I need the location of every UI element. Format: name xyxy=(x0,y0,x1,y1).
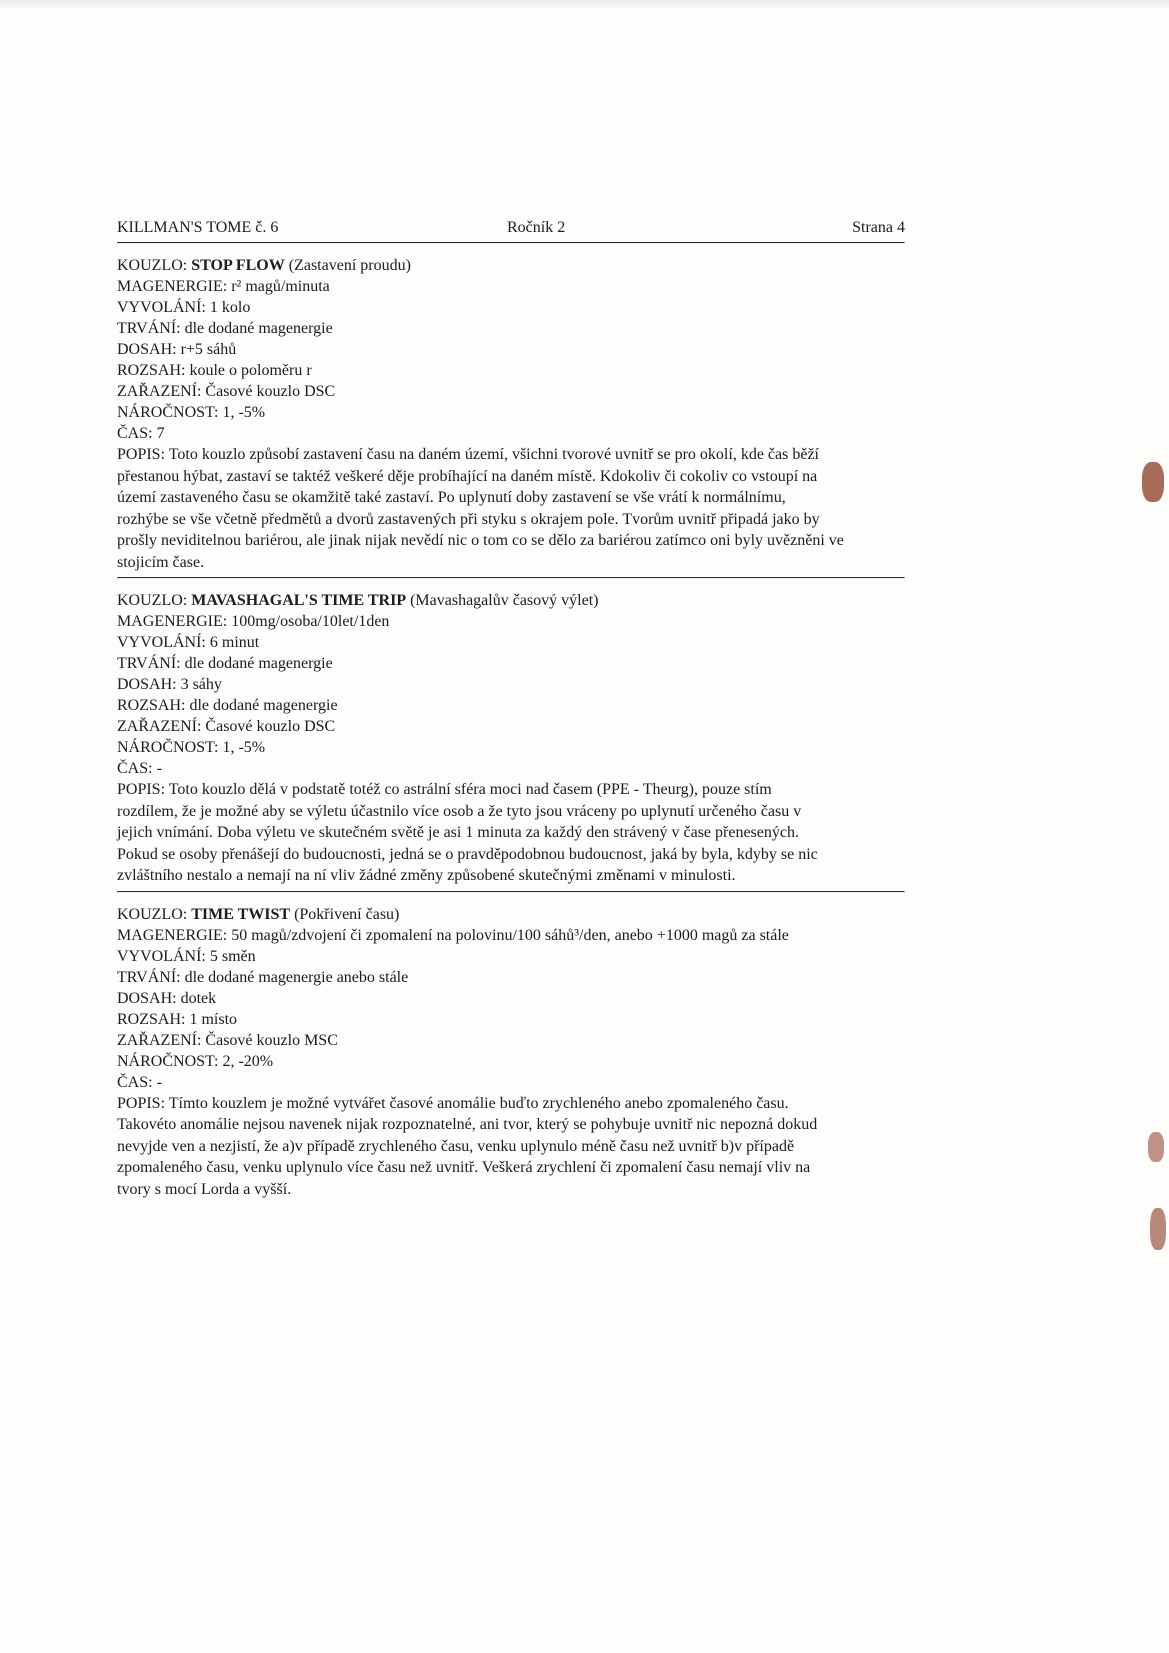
spell-field: ROZSAH: koule o poloměru r xyxy=(117,362,312,379)
spell-entry: KOUZLO: STOP FLOW (Zastavení proudu) MAGE… xyxy=(117,255,905,573)
spell-field: ČAS: - xyxy=(117,1073,162,1091)
spell-title: KOUZLO: STOP FLOW (Zastavení proudu) xyxy=(117,255,905,276)
spell-field: ZAŘAZENÍ: Časové kouzlo MSC xyxy=(117,1031,338,1049)
header-volume: Ročník 2 xyxy=(507,219,566,236)
edge-stain-middle xyxy=(1148,1132,1164,1162)
description-line: tvory s mocí Lorda a vyšší. xyxy=(117,1180,292,1198)
spell-field: NÁROČNOST: 2, -20% xyxy=(117,1052,274,1070)
spell-description: POPIS: Toto kouzlo způsobí zastavení čas… xyxy=(117,444,905,573)
spell-field: TRVÁNÍ: dle dodané magenergie anebo stál… xyxy=(117,968,409,986)
spell-title: KOUZLO: MAVASHAGAL'S TIME TRIP (Mavashag… xyxy=(117,590,905,611)
spell-field: ČAS: 7 xyxy=(117,425,165,442)
edge-stain-bottom xyxy=(1150,1208,1166,1250)
description-line: Pokud se osoby přenášejí do budoucnosti,… xyxy=(117,845,818,863)
spell-subtitle: (Zastavení proudu) xyxy=(288,257,411,274)
description-line: nevyjde ven a nezjistí, že a)v případě z… xyxy=(117,1137,795,1155)
description-line: zvláštního nestalo a nemají na ní vliv ž… xyxy=(117,867,736,884)
spell-name: MAVASHAGAL'S TIME TRIP xyxy=(191,592,407,609)
spell-field: MAGENERGIE: 100mg/osoba/10let/1den xyxy=(117,613,390,630)
description-line: POPIS: Tímto kouzlem je možné vytvářet č… xyxy=(117,1094,789,1112)
spell-subtitle: (Pokřivení času) xyxy=(294,905,400,923)
description-line: území zastaveného času se okamžitě také … xyxy=(117,489,786,506)
header-journal-title: KILLMAN'S TOME č. 6 xyxy=(117,219,279,236)
spell-field: DOSAH: dotek xyxy=(117,989,217,1007)
spell-kouzlo-label: KOUZLO: xyxy=(117,257,188,274)
spell-field: TRVÁNÍ: dle dodané magenergie xyxy=(117,320,333,337)
spell-description: POPIS: Toto kouzlo dělá v podstatě totéž… xyxy=(117,779,905,887)
spell-entry: KOUZLO: TIME TWIST (Pokřivení času) MAGEN… xyxy=(117,904,905,1201)
spell-field: ZAŘAZENÍ: Časové kouzlo DSC xyxy=(117,383,336,400)
description-line: stojicím čase. xyxy=(117,553,205,571)
description-line: POPIS: Toto kouzlo dělá v podstatě totéž… xyxy=(117,781,772,798)
description-line: přestanou hýbat, zastaví se taktéž veške… xyxy=(117,467,818,485)
spell-field: VYVOLÁNÍ: 6 minut xyxy=(117,634,260,651)
spell-subtitle: (Mavashagalův časový výlet) xyxy=(410,592,599,609)
spell-field: TRVÁNÍ: dle dodané magenergie xyxy=(117,655,333,672)
spell-field: ČAS: - xyxy=(117,760,162,777)
document-page: KILLMAN'S TOME č. 6 Ročník 2 Strana 4 KO… xyxy=(117,218,905,1200)
spell-title: KOUZLO: TIME TWIST (Pokřivení času) xyxy=(117,904,905,925)
spell-field: DOSAH: r+5 sáhů xyxy=(117,341,237,358)
description-line: zpomaleného času, venku uplynulo více ča… xyxy=(117,1159,811,1176)
spell-field: VYVOLÁNÍ: 1 kolo xyxy=(117,299,251,316)
spell-field: DOSAH: 3 sáhy xyxy=(117,676,222,693)
spell-kouzlo-label: KOUZLO: xyxy=(117,905,188,923)
description-line: POPIS: Toto kouzlo způsobí zastavení čas… xyxy=(117,446,819,463)
spell-field: ROZSAH: 1 místo xyxy=(117,1010,238,1028)
spell-field: NÁROČNOST: 1, -5% xyxy=(117,739,266,756)
spell-kouzlo-label: KOUZLO: xyxy=(117,592,188,609)
page-header: KILLMAN'S TOME č. 6 Ročník 2 Strana 4 xyxy=(117,218,905,238)
description-line: jejich vnímání. Doba výletu ve skutečném… xyxy=(117,824,799,841)
description-line: rozhýbe se vše včetně předmětů a dvorů z… xyxy=(117,510,820,528)
description-line: rozdílem, že je možné aby se výletu účas… xyxy=(117,802,802,820)
spell-name: STOP FLOW xyxy=(191,257,285,274)
edge-stain-top xyxy=(1142,462,1164,502)
spell-entry: KOUZLO: MAVASHAGAL'S TIME TRIP (Mavashag… xyxy=(117,590,905,887)
spell-field: ROZSAH: dle dodané magenergie xyxy=(117,697,338,714)
header-page-number: Strana 4 xyxy=(852,219,905,236)
scan-top-shadow xyxy=(0,0,1169,10)
spell-field: VYVOLÁNÍ: 5 směn xyxy=(117,947,256,965)
description-line: Takovéto anomálie nejsou navenek nijak r… xyxy=(117,1116,818,1133)
spell-name: TIME TWIST xyxy=(191,905,291,923)
spell-list: KOUZLO: STOP FLOW (Zastavení proudu) MAGE… xyxy=(117,255,905,1200)
spell-field: ZAŘAZENÍ: Časové kouzlo DSC xyxy=(117,718,336,735)
spell-description: POPIS: Tímto kouzlem je možné vytvářet č… xyxy=(117,1093,905,1201)
spell-field: MAGENERGIE: 50 magů/zdvojení či zpomalen… xyxy=(117,926,789,944)
spell-field: NÁROČNOST: 1, -5% xyxy=(117,404,266,421)
description-line: prošly neviditelnou bariérou, ale jinak … xyxy=(117,532,844,549)
spell-field: MAGENERGIE: r² magů/minuta xyxy=(117,278,330,295)
